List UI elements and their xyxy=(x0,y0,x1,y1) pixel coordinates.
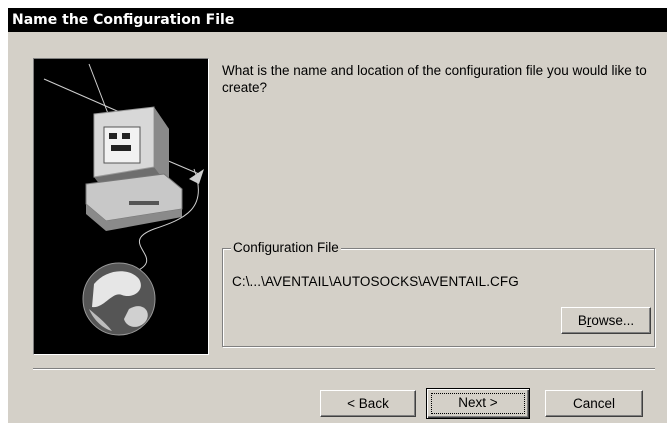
back-button[interactable]: < Back xyxy=(320,390,416,417)
configuration-file-group: Configuration File C:\...\AVENTAIL\AUTOS… xyxy=(222,240,655,347)
browse-button[interactable]: Browse... xyxy=(561,307,651,334)
wizard-illustration xyxy=(33,58,209,355)
prompt-text: What is the name and location of the con… xyxy=(222,63,647,95)
group-legend: Configuration File xyxy=(231,240,341,255)
browse-label-prefix: B xyxy=(577,313,587,328)
cancel-button[interactable]: Cancel xyxy=(545,390,643,417)
next-button[interactable]: Next > xyxy=(426,388,530,419)
wizard-dialog: Name the Configuration File What is the … xyxy=(8,8,667,423)
browse-label-suffix: owse... xyxy=(591,313,635,328)
computer-network-globe-icon xyxy=(43,63,204,336)
next-label: Next > xyxy=(458,395,498,410)
window-title: Name the Configuration File xyxy=(12,12,235,28)
config-file-path: C:\...\AVENTAIL\AUTOSOCKS\AVENTAIL.CFG xyxy=(232,274,519,289)
back-label: < Back xyxy=(347,396,389,411)
title-bar: Name the Configuration File xyxy=(8,8,667,32)
cancel-label: Cancel xyxy=(572,396,616,411)
footer-divider xyxy=(33,368,655,370)
